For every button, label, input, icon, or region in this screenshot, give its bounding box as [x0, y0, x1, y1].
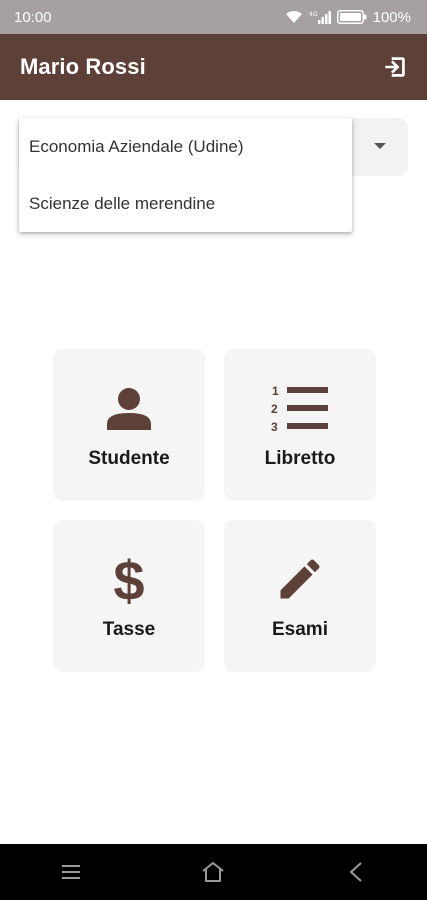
svg-text:4G: 4G: [309, 11, 318, 18]
tasse-tile[interactable]: $ Tasse: [53, 520, 205, 672]
back-button[interactable]: [326, 844, 386, 900]
status-bar: 10:00 4G 100%: [0, 0, 427, 34]
navigation-bar: [0, 844, 427, 900]
studente-tile[interactable]: Studente: [53, 349, 205, 501]
course-option[interactable]: Scienze delle merendine: [19, 175, 352, 232]
numbered-list-icon: 1 2 3: [271, 380, 329, 436]
tile-label: Tasse: [102, 619, 156, 640]
wifi-icon: [285, 11, 302, 23]
logout-button[interactable]: [379, 51, 411, 83]
tile-label: Libretto: [264, 448, 336, 469]
svg-text:2: 2: [271, 402, 278, 416]
svg-text:3: 3: [271, 420, 278, 433]
dollar-icon: $: [112, 551, 146, 607]
app-bar: Mario Rossi: [0, 34, 427, 100]
menu-button[interactable]: [41, 844, 101, 900]
svg-text:1: 1: [272, 384, 279, 398]
course-dropdown-menu: Economia Aziendale (Udine) Scienze delle…: [19, 118, 352, 232]
status-time: 10:00: [14, 8, 52, 26]
back-icon: [349, 862, 362, 882]
pencil-icon: [274, 551, 326, 607]
battery-percent: 100%: [372, 8, 411, 26]
course-option[interactable]: Economia Aziendale (Udine): [19, 118, 352, 175]
signal-icon: 4G: [309, 11, 331, 24]
esami-tile[interactable]: Esami: [224, 520, 376, 672]
svg-text:$: $: [113, 551, 144, 607]
app-title: Mario Rossi: [20, 54, 146, 79]
tile-label: Studente: [88, 448, 170, 469]
logout-icon: [385, 57, 405, 77]
dropdown-arrow-icon[interactable]: [374, 143, 386, 149]
person-icon: [105, 380, 153, 436]
status-icons: 4G 100%: [285, 9, 411, 26]
tile-label: Esami: [272, 619, 328, 640]
menu-icon: [62, 865, 81, 879]
battery-icon: [336, 10, 367, 24]
libretto-tile[interactable]: 1 2 3 Libretto: [224, 349, 376, 501]
home-button[interactable]: [183, 844, 243, 900]
home-icon: [202, 862, 225, 882]
